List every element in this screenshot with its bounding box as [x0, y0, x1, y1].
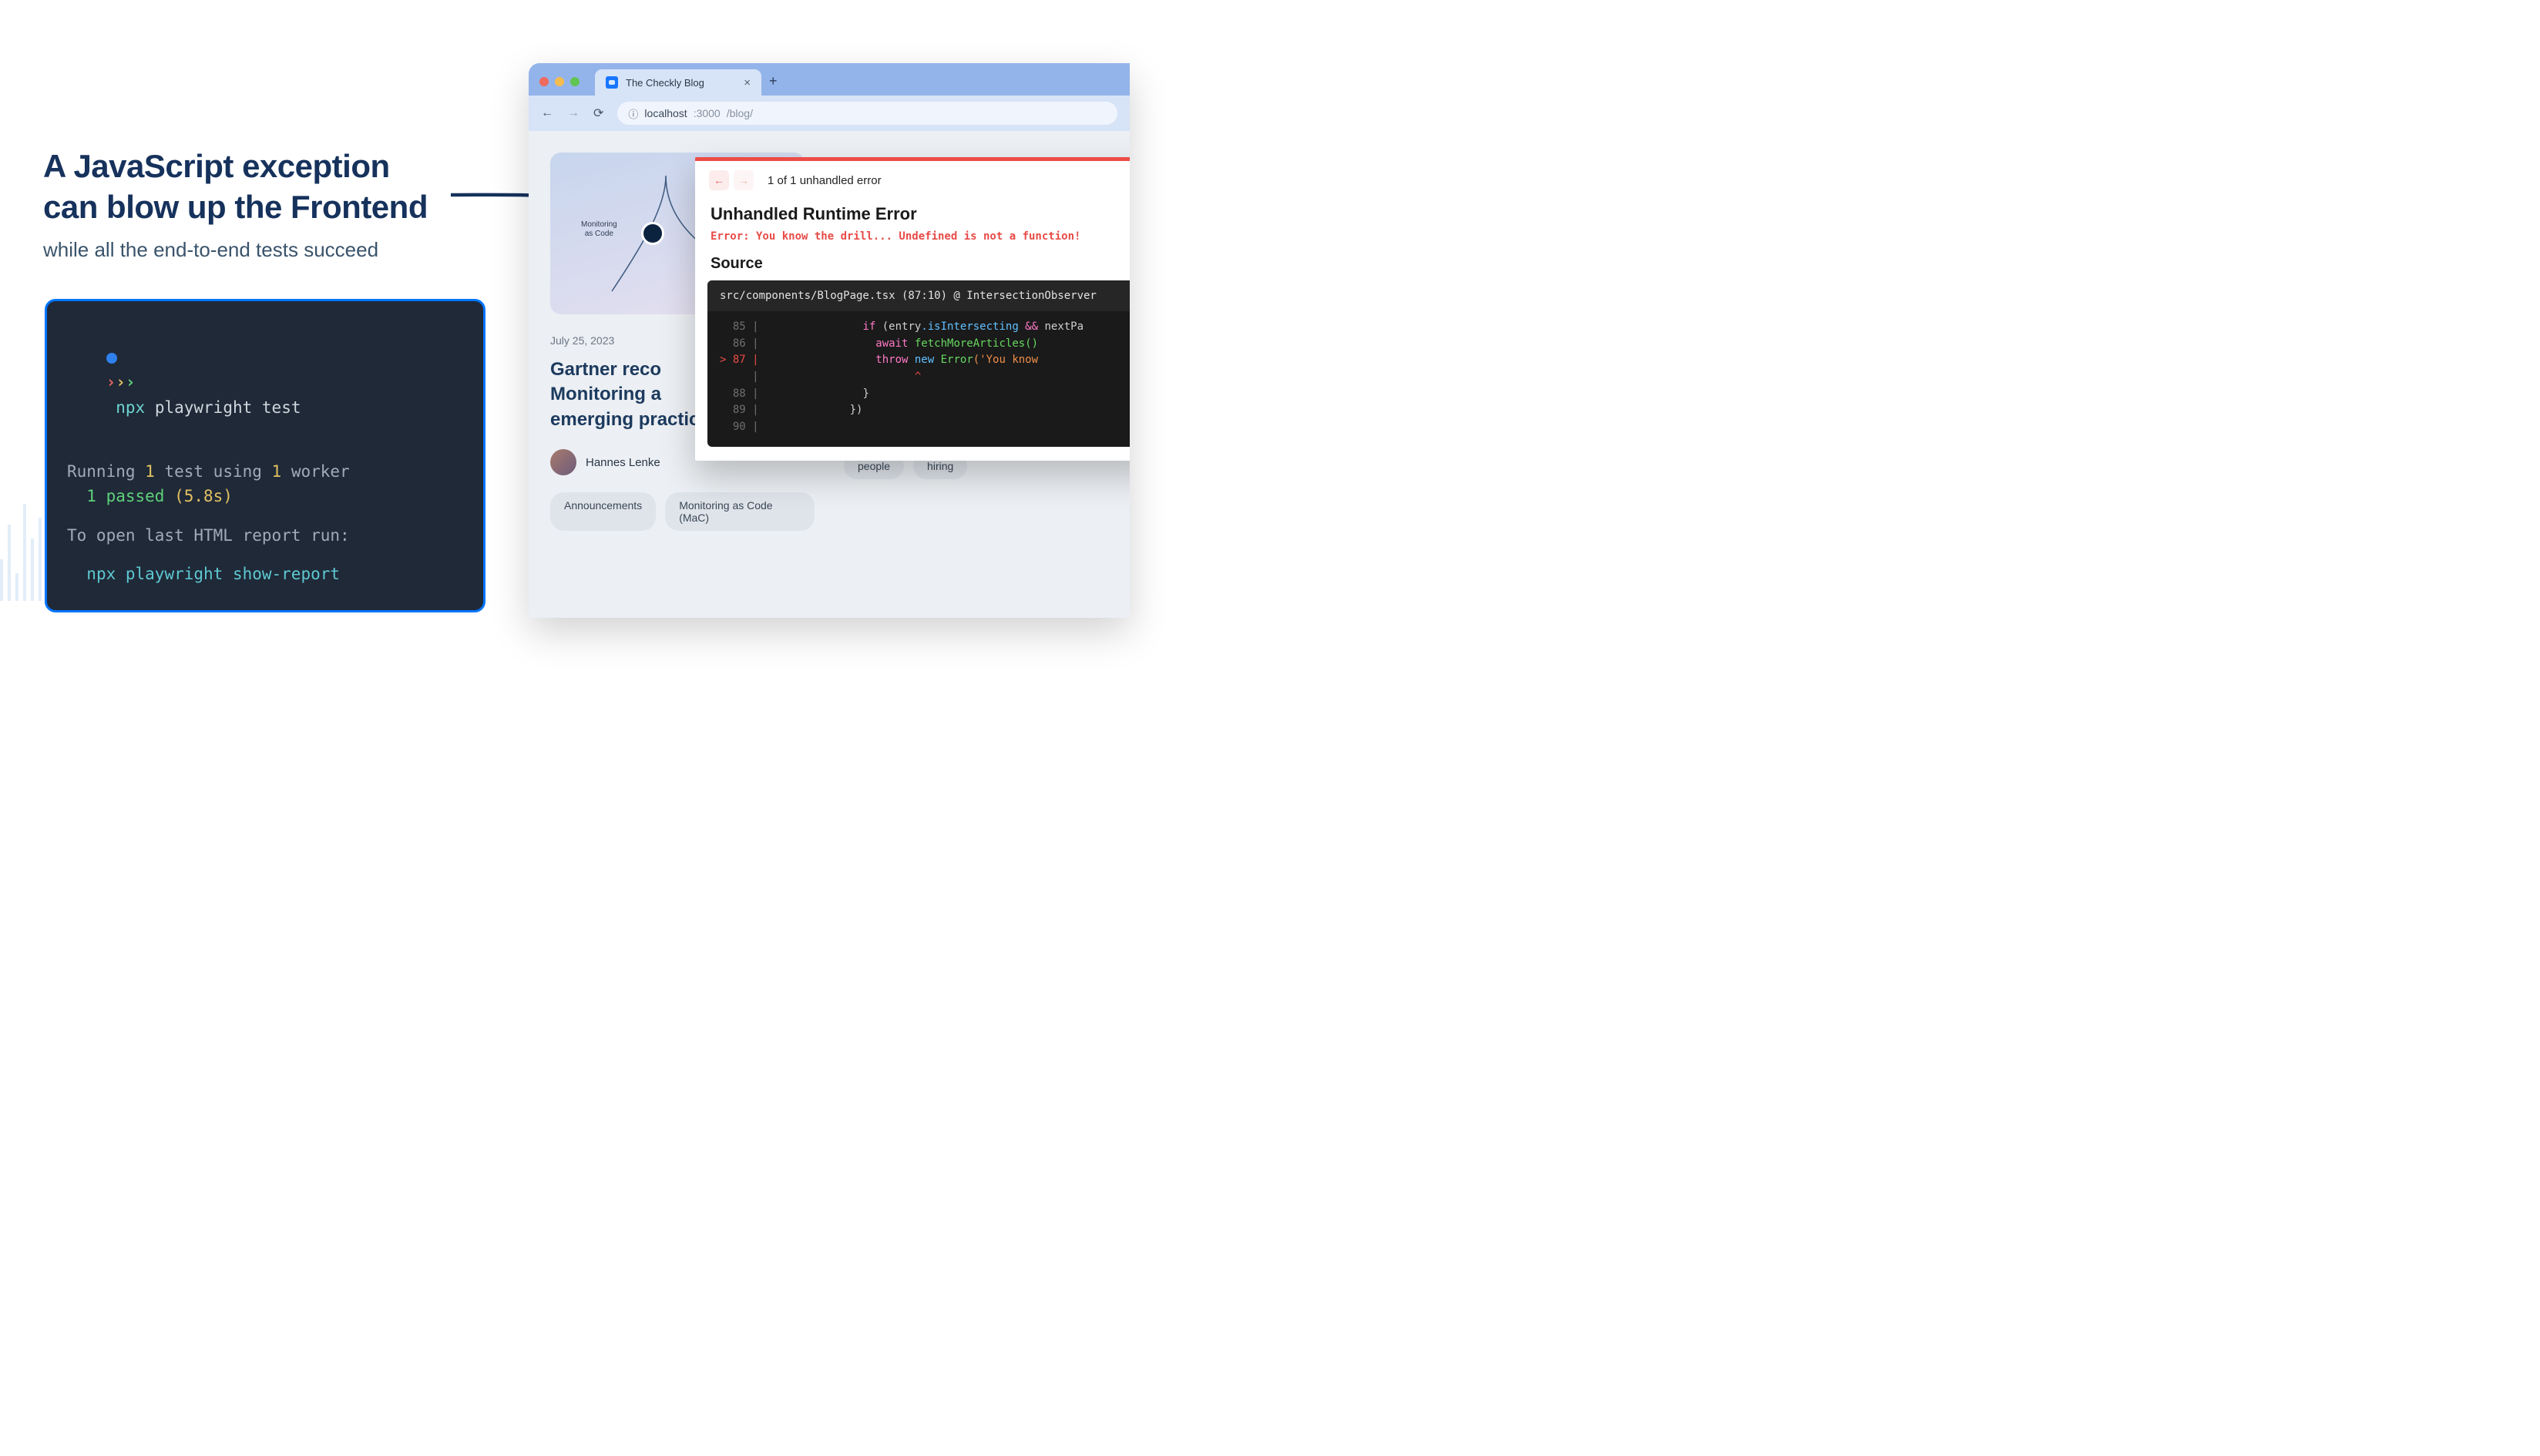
reload-button[interactable]: ⟳ [593, 106, 603, 121]
hero-badge-label: Monitoringas Code [581, 220, 617, 239]
terminal-show-report: npx playwright show-report [67, 562, 463, 587]
page-content: Monitoringas Code July 25, 2023 Gartner … [529, 131, 1130, 618]
error-count: 1 of 1 unhandled error [768, 174, 882, 187]
headline-block: A JavaScript exception can blow up the F… [43, 146, 475, 262]
error-code-body: 85 | if (entry.isIntersecting && nextPa … [707, 311, 1130, 447]
minimize-window-icon[interactable] [555, 77, 564, 86]
address-bar: ← → ⟳ ⓘ localhost :3000/blog/ [529, 96, 1130, 131]
url-host: localhost [644, 107, 687, 119]
error-message: Error: You know the drill... Undefined i… [695, 227, 1130, 253]
error-code-block: src/components/BlogPage.tsx (87:10) @ In… [707, 280, 1130, 447]
headline-line1: A JavaScript exception [43, 148, 390, 184]
url-input[interactable]: ⓘ localhost :3000/blog/ [617, 102, 1117, 125]
back-button[interactable]: ← [541, 106, 553, 120]
error-title: Unhandled Runtime Error [695, 200, 1130, 227]
window-controls[interactable] [539, 77, 580, 86]
tab-close-icon[interactable]: × [744, 76, 751, 89]
site-info-icon[interactable]: ⓘ [628, 106, 638, 121]
terminal-open-hint: To open last HTML report run: [67, 523, 463, 549]
headline-line2: can blow up the Frontend [43, 189, 428, 225]
terminal-status-dot [106, 353, 117, 364]
browser-window: The Checkly Blog × + ← → ⟳ ⓘ localhost :3… [529, 63, 1130, 618]
error-prev-button[interactable]: ← [709, 170, 729, 190]
maximize-window-icon[interactable] [570, 77, 580, 86]
terminal-window: ››› npx playwright test Running 1 test u… [45, 299, 485, 612]
tab-favicon-icon [606, 76, 618, 89]
url-port: :3000 [694, 107, 721, 119]
error-overlay: ← → 1 of 1 unhandled error Unhandled Run… [695, 157, 1130, 461]
new-tab-button[interactable]: + [769, 73, 778, 89]
error-next-button[interactable]: → [734, 170, 754, 190]
terminal-running-line: Running 1 test using 1 worker [67, 459, 463, 485]
tag-pill[interactable]: Monitoring as Code (MaC) [665, 492, 815, 531]
tag-pill[interactable]: Announcements [550, 492, 656, 531]
terminal-command: npx [106, 398, 146, 417]
author-name: Hannes Lenke [586, 456, 660, 469]
avatar [550, 449, 576, 475]
prompt-chevron: › [106, 373, 116, 391]
error-source-label: Source [695, 253, 1130, 280]
error-file-location: src/components/BlogPage.tsx (87:10) @ In… [707, 280, 1130, 311]
close-window-icon[interactable] [539, 77, 549, 86]
subheadline: while all the end-to-end tests succeed [43, 238, 475, 262]
tab-strip: The Checkly Blog × + [529, 63, 1130, 96]
terminal-passed-line: 1 passed (5.8s) [67, 484, 463, 509]
browser-tab[interactable]: The Checkly Blog × [595, 69, 761, 96]
url-path: /blog/ [727, 107, 753, 119]
hero-logo-dot-icon [641, 222, 664, 245]
forward-button[interactable]: → [567, 106, 580, 120]
tab-title: The Checkly Blog [626, 77, 704, 89]
